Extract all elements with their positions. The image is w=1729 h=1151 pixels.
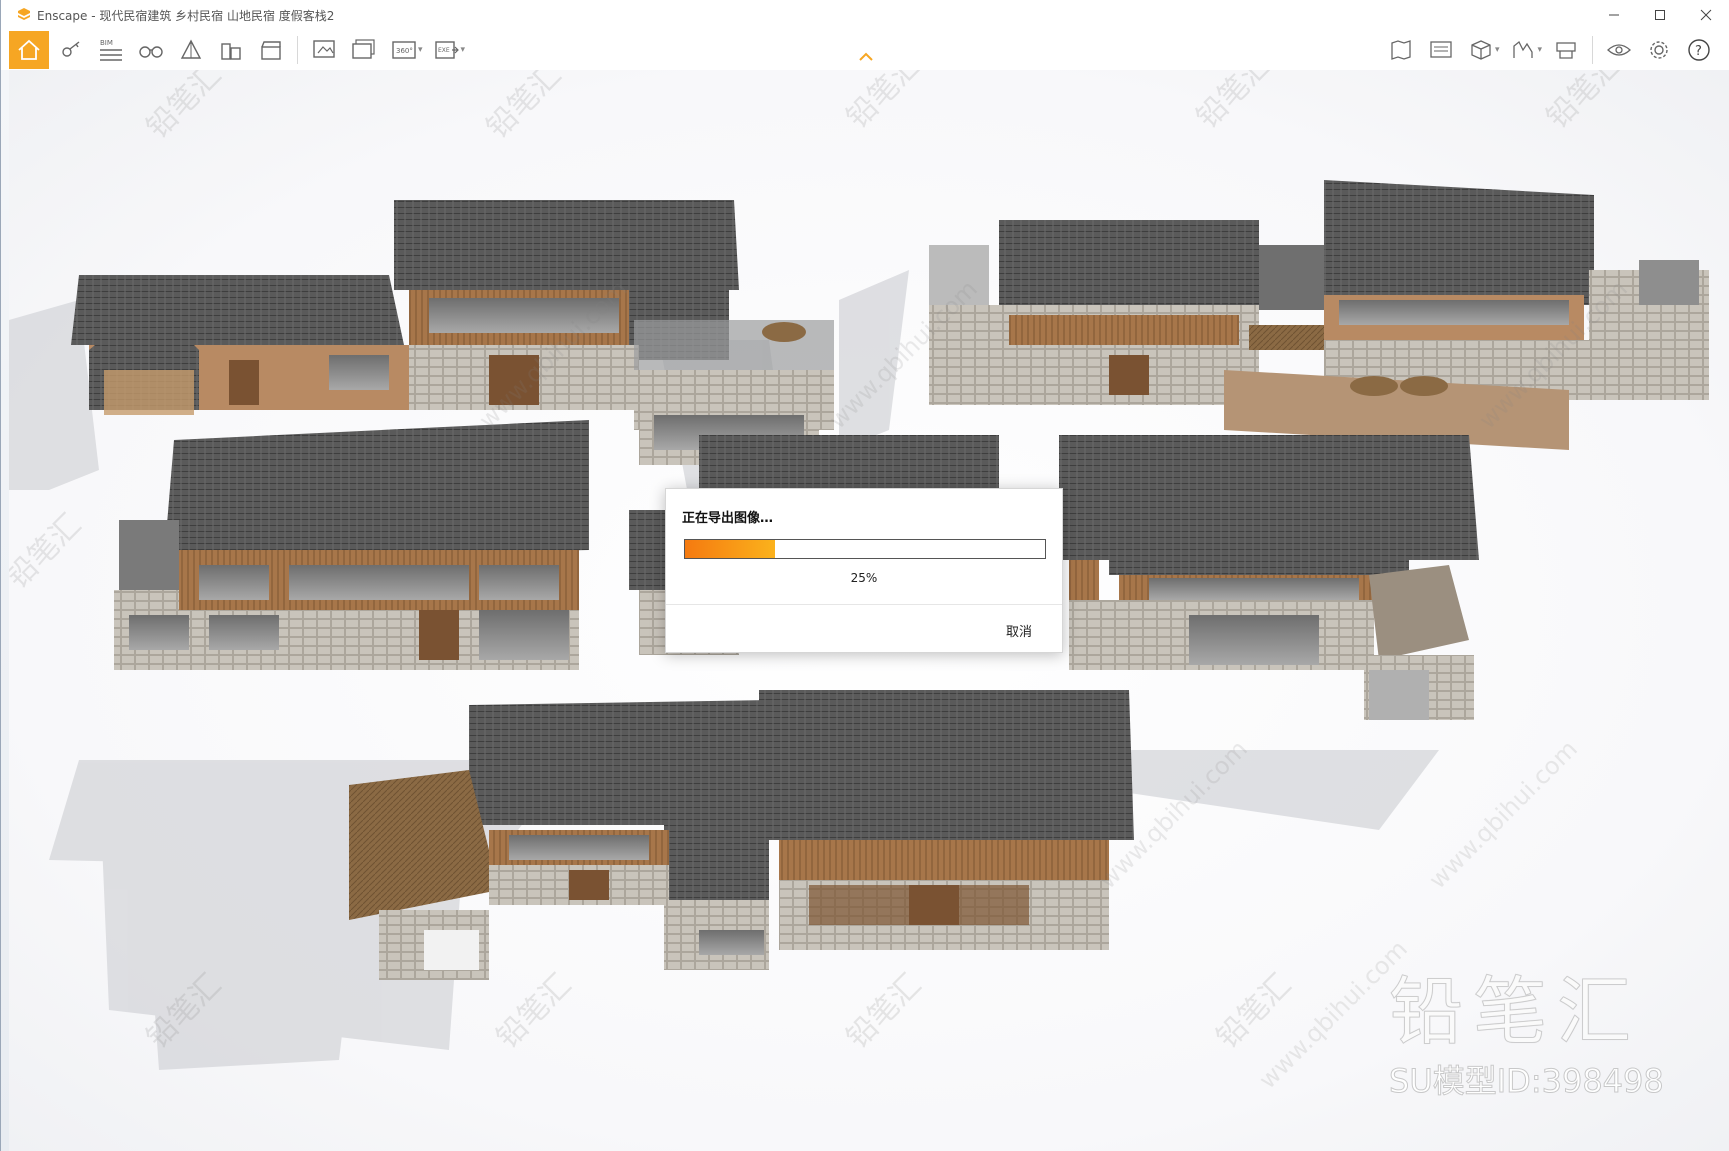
batch-render-button[interactable]: [346, 32, 382, 68]
right-toolbar-divider: [1592, 36, 1593, 64]
link-icon: [62, 41, 80, 57]
building-top-left: [71, 200, 834, 465]
video-editor-button[interactable]: [253, 32, 289, 68]
screen-button[interactable]: [1423, 32, 1459, 68]
panorama-360-icon: 360°: [392, 41, 416, 59]
building-middle-left: [114, 420, 589, 670]
eye-icon: [1607, 44, 1631, 56]
export-exe-icon: EXE: [434, 41, 459, 59]
enscape-logo-icon: [18, 8, 30, 20]
progress-percentage: 25%: [850, 571, 878, 585]
help-icon: ?: [1688, 39, 1710, 61]
export-dropdown-icon[interactable]: ▾: [461, 45, 466, 55]
bim-button[interactable]: BIM: [93, 32, 129, 68]
asset-dropdown-icon[interactable]: ▾: [1495, 45, 1500, 55]
map-icon: [1391, 40, 1411, 60]
close-icon: [1700, 9, 1712, 21]
model-id-watermark: SU模型ID:398498: [1389, 1062, 1665, 1101]
render-image-button[interactable]: [306, 32, 342, 68]
svg-text:EXE: EXE: [438, 47, 450, 54]
render-image-icon: [313, 40, 335, 58]
window-controls: [1591, 0, 1729, 30]
cancel-button[interactable]: 取消: [1006, 621, 1032, 640]
home-button[interactable]: [9, 31, 49, 69]
panorama-button[interactable]: 360°: [386, 32, 422, 68]
chart-button[interactable]: [1505, 32, 1541, 68]
material-icon: [1556, 42, 1576, 59]
left-edge-panel: [1, 70, 9, 1151]
maximize-icon: [1655, 10, 1665, 20]
svg-text:www.qbihui.com: www.qbihui.com: [1423, 735, 1582, 894]
collapse-toolbar-icon[interactable]: [858, 52, 874, 62]
brand-watermark: 铅笔汇: [1389, 969, 1641, 1056]
binoculars-icon: [139, 46, 163, 58]
close-button[interactable]: [1683, 0, 1729, 30]
gear-icon: [1650, 41, 1668, 59]
building-bottom: [349, 690, 1134, 980]
svg-text:铅笔汇: 铅笔汇: [490, 967, 578, 1055]
link-button[interactable]: [53, 32, 89, 68]
dialog-title: 正在导出图像…: [682, 511, 774, 526]
progress-bar: [684, 539, 1046, 559]
minimize-icon: [1609, 14, 1619, 16]
enscape-window: Enscape - 现代民宿建筑 乡村民宿 山地民宿 度假客栈2 BIM 360…: [0, 0, 1729, 1151]
svg-text:铅笔汇: 铅笔汇: [480, 70, 568, 146]
svg-text:铅笔汇: 铅笔汇: [140, 70, 228, 146]
main-toolbar: BIM 360° ▾ EXE ▾ ▾ ▾ ?: [9, 30, 1729, 71]
screen-icon: [1430, 41, 1452, 58]
title-bar: Enscape - 现代民宿建筑 乡村民宿 山地民宿 度假客栈2: [9, 0, 1729, 30]
video-editor-icon: [261, 41, 281, 60]
site-context-button[interactable]: [173, 32, 209, 68]
bim-icon: BIM: [100, 39, 122, 61]
asset-box-icon: [1471, 40, 1491, 60]
site-context-icon: [180, 39, 202, 59]
buildings-button[interactable]: [213, 32, 249, 68]
views-button[interactable]: [133, 32, 169, 68]
help-button[interactable]: ?: [1681, 32, 1717, 68]
batch-render-icon: [352, 39, 375, 59]
maximize-button[interactable]: [1637, 0, 1683, 30]
progress-bar-fill: [685, 540, 775, 558]
svg-text:?: ?: [1695, 44, 1702, 59]
visual-settings-button[interactable]: [1601, 32, 1637, 68]
window-title: Enscape - 现代民宿建筑 乡村民宿 山地民宿 度假客栈2: [37, 8, 335, 23]
buildings-icon: [221, 43, 241, 60]
export-exe-button[interactable]: EXE: [429, 32, 465, 68]
home-icon: [18, 39, 40, 60]
material-button[interactable]: [1548, 32, 1584, 68]
export-progress-dialog: 正在导出图像… 25% 取消: [665, 488, 1063, 653]
chart-dropdown-icon[interactable]: ▾: [1537, 45, 1542, 55]
map-button[interactable]: [1383, 32, 1419, 68]
asset-library-button[interactable]: [1463, 32, 1499, 68]
svg-text:铅笔汇: 铅笔汇: [1190, 70, 1278, 136]
svg-text:铅笔汇: 铅笔汇: [1540, 70, 1628, 136]
building-middle-right: [1059, 435, 1479, 720]
panorama-dropdown-icon[interactable]: ▾: [418, 45, 423, 55]
svg-text:360°: 360°: [396, 47, 413, 55]
right-toolbar: ▾ ▾ ?: [1381, 30, 1719, 70]
settings-button[interactable]: [1641, 32, 1677, 68]
minimize-button[interactable]: [1591, 0, 1637, 30]
svg-text:铅笔汇: 铅笔汇: [840, 967, 928, 1055]
chart-icon: [1513, 40, 1534, 58]
dialog-divider: [666, 604, 1062, 605]
svg-text:BIM: BIM: [100, 39, 113, 47]
svg-text:铅笔汇: 铅笔汇: [840, 70, 928, 136]
svg-text:铅笔汇: 铅笔汇: [9, 507, 88, 595]
toolbar-divider: [297, 36, 298, 64]
